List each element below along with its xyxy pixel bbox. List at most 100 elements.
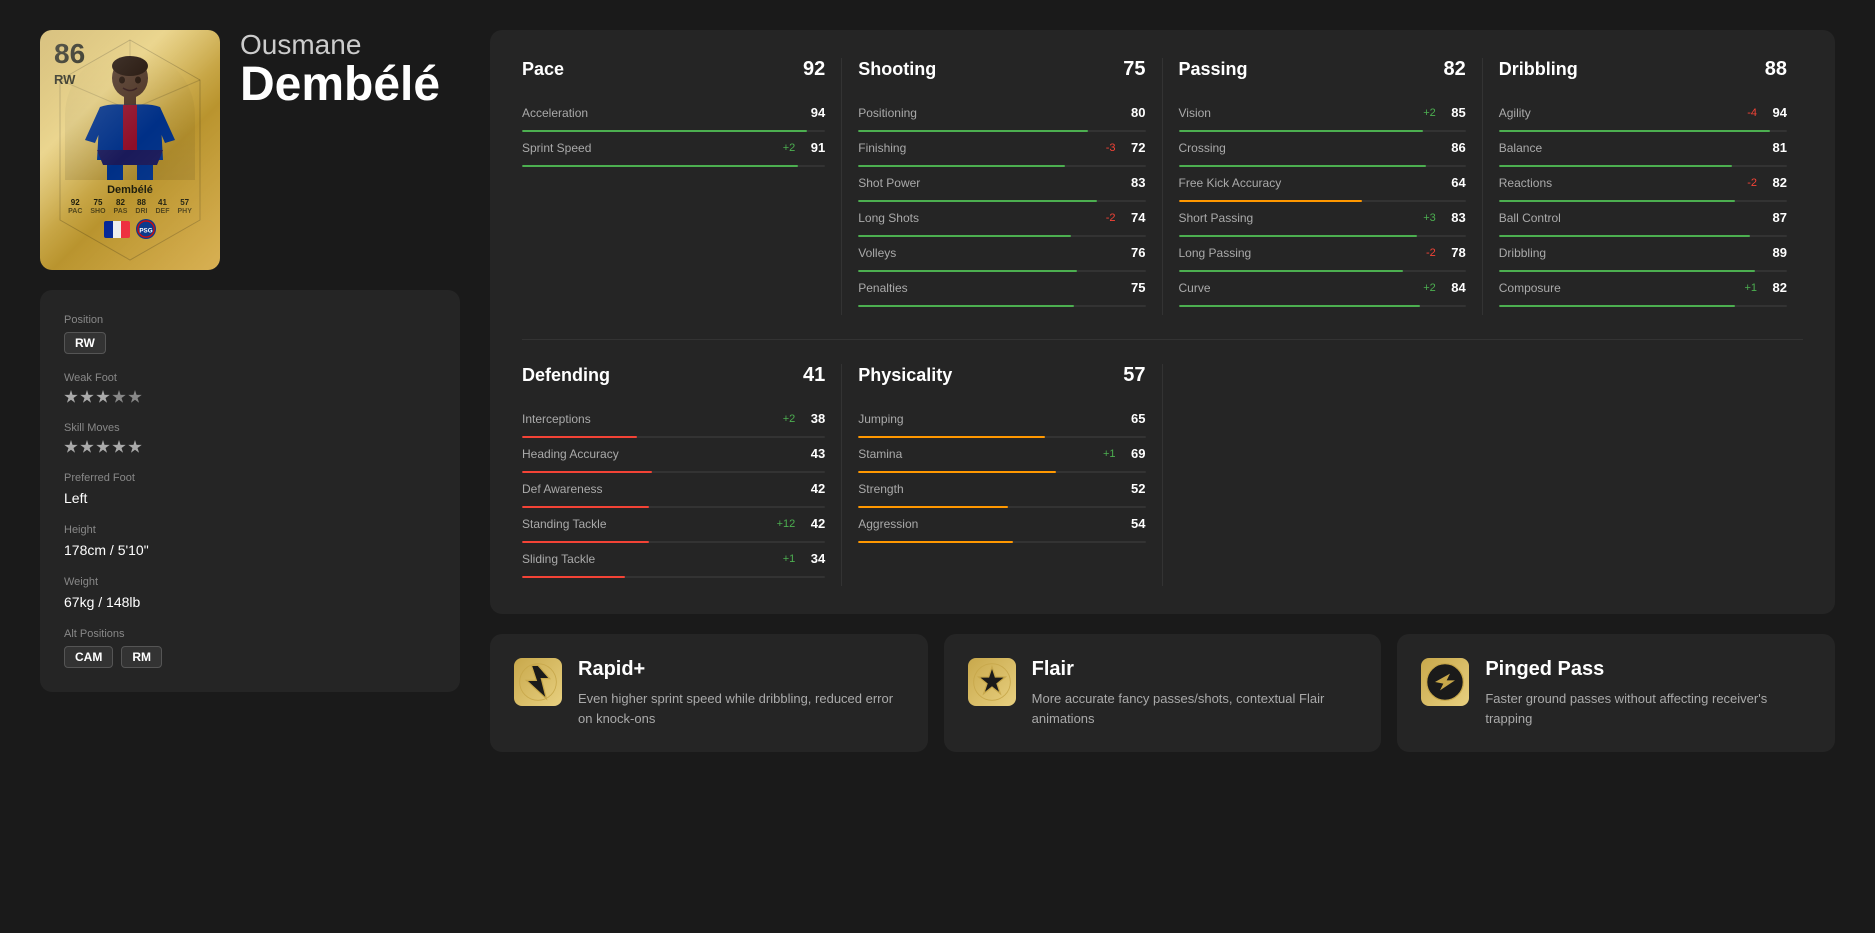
skill-moves-stars	[64, 440, 436, 454]
curve-stat: Curve +2 84	[1179, 280, 1466, 307]
alt-position-cam: CAM	[64, 646, 113, 668]
standing-tackle-stat: Standing Tackle +12 42	[522, 516, 825, 543]
sliding-tackle-stat: Sliding Tackle +1 34	[522, 551, 825, 578]
passing-name: Passing	[1179, 59, 1248, 80]
flair-info: Flair More accurate fancy passes/shots, …	[1032, 658, 1358, 728]
rapid-plus-name: Rapid+	[578, 658, 904, 681]
aggression-stat: Aggression 54	[858, 516, 1145, 543]
stamina-stat: Stamina +1 69	[858, 446, 1145, 473]
playstyles-container: Rapid+ Even higher sprint speed while dr…	[490, 634, 1835, 752]
skill-star-4	[112, 440, 126, 454]
star-5	[128, 390, 142, 404]
pace-sprint-speed: Sprint Speed +2 91	[522, 140, 825, 167]
skill-star-3	[96, 440, 110, 454]
card-rating: 86	[54, 40, 85, 68]
flair-name: Flair	[1032, 658, 1358, 681]
player-first-name: Ousmane	[240, 30, 440, 61]
skill-star-1	[64, 440, 78, 454]
physicality-name: Physicality	[858, 365, 952, 386]
long-passing-stat: Long Passing -2 78	[1179, 245, 1466, 272]
weak-foot-section: Weak Foot	[64, 372, 436, 404]
penalties-stat: Penalties 75	[858, 280, 1145, 307]
agility-stat: Agility -4 94	[1499, 105, 1787, 132]
dribbling-name: Dribbling	[1499, 59, 1578, 80]
interceptions-stat: Interceptions +2 38	[522, 411, 825, 438]
pace-acceleration: Acceleration 94	[522, 105, 825, 132]
finishing-stat: Finishing -3 72	[858, 140, 1145, 167]
weak-foot-stars	[64, 390, 436, 404]
card-stat-phy: 57 PHY	[177, 198, 191, 215]
pace-category: Pace 92 Acceleration 94 Sprint Speed	[522, 58, 842, 315]
player-card: 86 RW	[40, 30, 220, 270]
shot-power-stat: Shot Power 83	[858, 175, 1145, 202]
weight-label: Weight	[64, 576, 436, 588]
alt-positions-list: CAM RM	[64, 646, 436, 668]
svg-text:PSG: PSG	[139, 228, 152, 235]
flair-icon	[968, 658, 1016, 706]
weak-foot-label: Weak Foot	[64, 372, 436, 384]
empty-col-4	[1483, 364, 1803, 586]
alt-position-rm: RM	[121, 646, 162, 668]
jumping-stat: Jumping 65	[858, 411, 1145, 438]
stats-container: Pace 92 Acceleration 94 Sprint Speed	[490, 30, 1835, 614]
passing-value: 82	[1444, 58, 1466, 81]
reactions-stat: Reactions -2 82	[1499, 175, 1787, 202]
star-4	[112, 390, 126, 404]
rapid-plus-desc: Even higher sprint speed while dribbling…	[578, 689, 904, 728]
info-panel: Position RW Weak Foot Skill Moves	[40, 290, 460, 692]
pinged-pass-icon	[1421, 658, 1469, 706]
alt-positions-section: Alt Positions CAM RM	[64, 628, 436, 668]
player-name-section: Ousmane Dembélé	[240, 30, 440, 119]
rapid-plus-icon	[514, 658, 562, 706]
pinged-pass-desc: Faster ground passes without affecting r…	[1485, 689, 1811, 728]
preferred-foot-label: Preferred Foot	[64, 472, 436, 484]
height-section: Height 178cm / 5'10"	[64, 524, 436, 558]
card-stat-dri: 88 DRI	[135, 198, 147, 215]
star-1	[64, 390, 78, 404]
strength-stat: Strength 52	[858, 481, 1145, 508]
height-label: Height	[64, 524, 436, 536]
dribbling-attr-stat: Dribbling 89	[1499, 245, 1787, 272]
skill-moves-label: Skill Moves	[64, 422, 436, 434]
player-last-name: Dembélé	[240, 61, 440, 109]
right-panel: Pace 92 Acceleration 94 Sprint Speed	[490, 30, 1835, 752]
left-panel: 86 RW	[40, 30, 460, 752]
passing-category: Passing 82 Vision +2 85 Crossing	[1163, 58, 1483, 315]
preferred-foot-section: Preferred Foot Left	[64, 472, 436, 506]
composure-stat: Composure +1 82	[1499, 280, 1787, 307]
pace-value: 92	[803, 58, 825, 81]
physicality-category: Physicality 57 Jumping 65 Stamina +1	[842, 364, 1162, 586]
player-image	[65, 50, 195, 180]
shooting-name: Shooting	[858, 59, 936, 80]
long-shots-stat: Long Shots -2 74	[858, 210, 1145, 237]
skill-moves-section: Skill Moves	[64, 422, 436, 454]
crossing-stat: Crossing 86	[1179, 140, 1466, 167]
acceleration-label: Acceleration	[522, 106, 795, 120]
star-3	[96, 390, 110, 404]
shooting-header: Shooting 75	[858, 58, 1145, 89]
vision-stat: Vision +2 85	[1179, 105, 1466, 132]
pinged-pass-info: Pinged Pass Faster ground passes without…	[1485, 658, 1811, 728]
dribbling-header: Dribbling 88	[1499, 58, 1787, 89]
balance-stat: Balance 81	[1499, 140, 1787, 167]
physicality-header: Physicality 57	[858, 364, 1145, 395]
defending-name: Defending	[522, 365, 610, 386]
flair-desc: More accurate fancy passes/shots, contex…	[1032, 689, 1358, 728]
shooting-value: 75	[1123, 58, 1145, 81]
pace-name: Pace	[522, 59, 564, 80]
alt-positions-label: Alt Positions	[64, 628, 436, 640]
position-section: Position RW	[64, 314, 436, 354]
card-player-name: Dembélé	[107, 184, 153, 196]
card-stat-def: 41 DEF	[155, 198, 169, 215]
playstyle-pinged-pass: Pinged Pass Faster ground passes without…	[1397, 634, 1835, 752]
heading-accuracy-stat: Heading Accuracy 43	[522, 446, 825, 473]
position-label: Position	[64, 314, 436, 326]
sprint-speed-label: Sprint Speed	[522, 141, 767, 155]
card-stat-pas: 82 PAS	[114, 198, 128, 215]
position-badge: RW	[64, 332, 106, 354]
dribbling-category: Dribbling 88 Agility -4 94 Balance	[1483, 58, 1803, 315]
weight-section: Weight 67kg / 148lb	[64, 576, 436, 610]
height-value: 178cm / 5'10"	[64, 542, 436, 558]
card-stat-sho: 75 SHO	[90, 198, 105, 215]
volleys-stat: Volleys 76	[858, 245, 1145, 272]
